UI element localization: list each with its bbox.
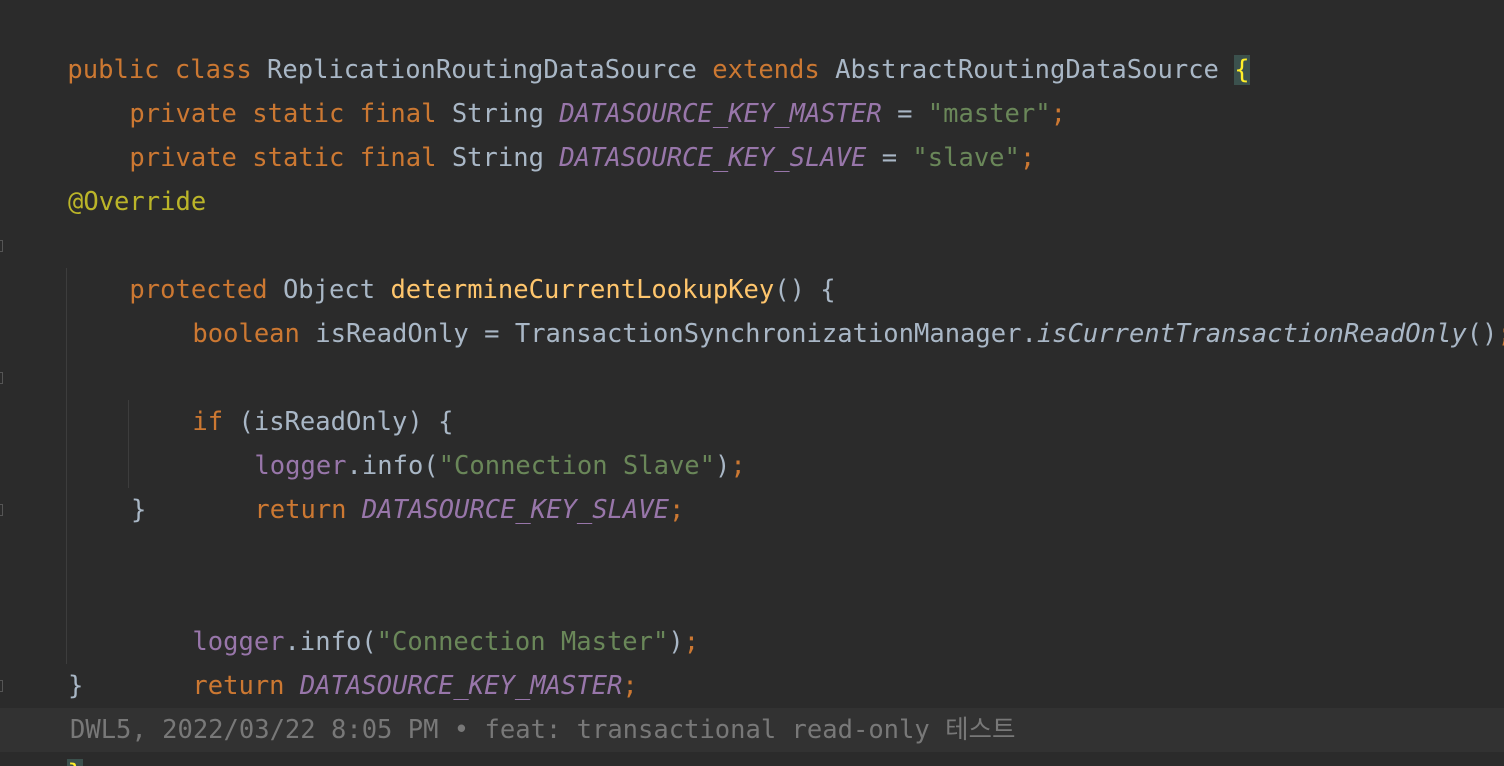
assign-operator: = bbox=[468, 319, 515, 349]
class-close-brace: } bbox=[67, 759, 83, 766]
semicolon: ; bbox=[1019, 143, 1036, 173]
receiver-class: TransactionSynchronizationManager. bbox=[514, 319, 1037, 349]
assign-operator: = bbox=[866, 143, 913, 173]
field-type: String bbox=[451, 143, 544, 173]
semicolon: ; bbox=[730, 451, 746, 481]
class-open-brace: { bbox=[1234, 55, 1250, 85]
code-line-log-slave[interactable]: logger.info("Connection Slave"); bbox=[193, 400, 745, 481]
code-line-class-declaration[interactable]: public class ReplicationRoutingDataSourc… bbox=[6, 4, 1250, 85]
close-paren: ) bbox=[715, 451, 731, 481]
semicolon: ; bbox=[622, 671, 638, 701]
fold-marker-if[interactable] bbox=[0, 372, 3, 384]
constant-slave-key: DATASOURCE_KEY_SLAVE bbox=[361, 495, 669, 525]
code-line-field-master[interactable]: private static final String DATASOURCE_K… bbox=[68, 48, 1066, 129]
indent-guide-method bbox=[66, 268, 67, 664]
field-modifiers: private static final bbox=[129, 143, 437, 173]
keyword-boolean: boolean bbox=[192, 319, 300, 349]
constant-master-key: DATASOURCE_KEY_MASTER bbox=[299, 671, 623, 701]
constant-slave-key: DATASOURCE_KEY_SLAVE bbox=[559, 143, 867, 173]
code-editor[interactable]: public class ReplicationRoutingDataSourc… bbox=[0, 0, 1504, 766]
static-method-call: isCurrentTransactionReadOnly bbox=[1036, 319, 1467, 349]
string-slave: "slave" bbox=[912, 143, 1020, 173]
fold-marker-if-end[interactable] bbox=[0, 504, 3, 516]
fold-marker-method-end[interactable] bbox=[0, 680, 3, 692]
code-line-if-close[interactable]: } bbox=[131, 488, 146, 532]
code-line-field-slave[interactable]: private static final String DATASOURCE_K… bbox=[68, 92, 1035, 173]
semicolon: ; bbox=[668, 495, 685, 525]
keyword-return: return bbox=[192, 671, 285, 701]
semicolon: ; bbox=[683, 627, 700, 657]
semicolon: ; bbox=[1497, 319, 1504, 349]
code-line-log-master[interactable]: logger.info("Connection Master"); bbox=[131, 576, 699, 657]
code-line-readonly-check[interactable]: boolean isReadOnly = TransactionSynchron… bbox=[131, 268, 1504, 349]
fold-marker-method[interactable] bbox=[0, 240, 3, 252]
code-line-return-slave[interactable]: return DATASOURCE_KEY_SLAVE; bbox=[193, 444, 684, 525]
code-line-return-master[interactable]: return DATASOURCE_KEY_MASTER; bbox=[131, 620, 637, 701]
close-paren: ) bbox=[668, 627, 684, 657]
variable-isreadonly: isReadOnly bbox=[315, 319, 469, 349]
git-blame-annotation[interactable]: DWL5, 2022/03/22 8:05 PM • feat: transac… bbox=[70, 708, 1015, 752]
code-line-method-close[interactable]: } bbox=[68, 664, 83, 708]
code-line-method-declaration[interactable]: protected Object determineCurrentLookupK… bbox=[68, 224, 835, 305]
keyword-return: return bbox=[254, 495, 347, 525]
code-line-override-annotation[interactable]: @Override bbox=[68, 180, 206, 224]
call-parens: () bbox=[1466, 319, 1498, 349]
indent-guide-if bbox=[128, 400, 129, 488]
semicolon: ; bbox=[1050, 99, 1066, 129]
code-line-if[interactable]: if (isReadOnly) { bbox=[131, 356, 453, 437]
